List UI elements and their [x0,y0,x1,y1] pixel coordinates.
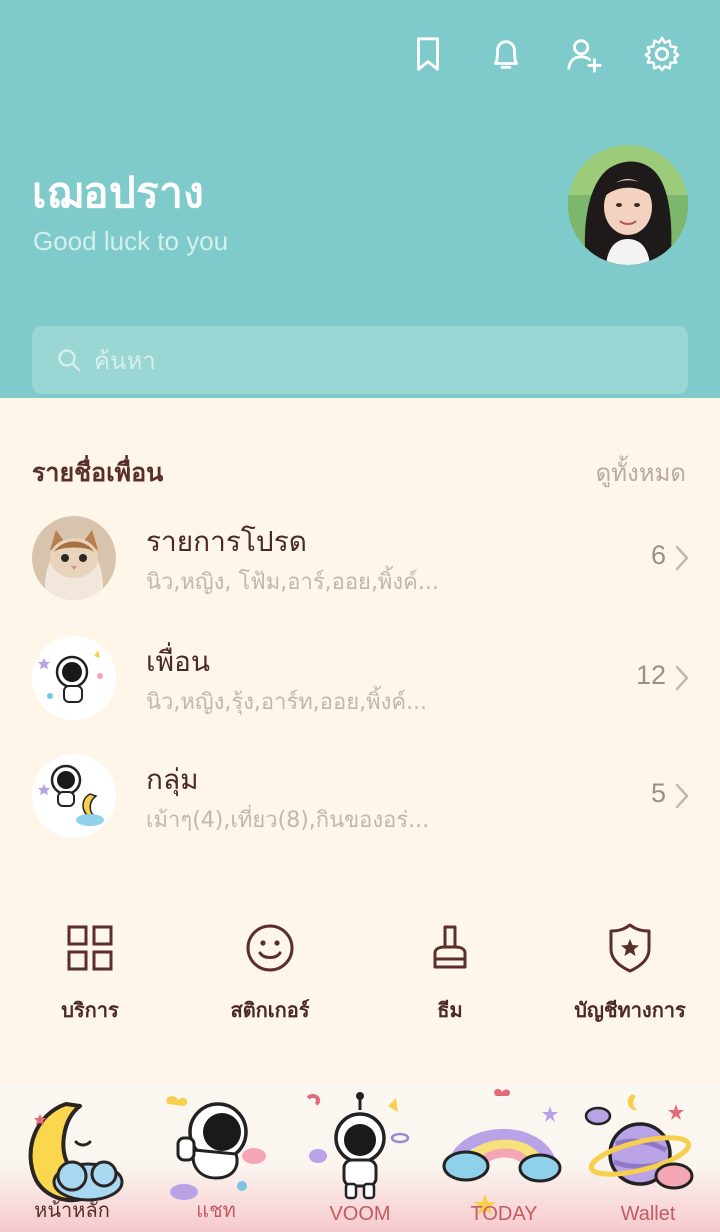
header-toolbar [408,34,682,74]
profile-status-message[interactable]: Good luck to you [33,226,228,257]
list-item-title: กลุ่ม [146,763,199,796]
nav-voom[interactable]: VOOM [288,1084,432,1232]
themes-button[interactable]: ธีม [360,920,540,1040]
add-friend-icon[interactable] [564,34,604,74]
official-accounts-label: บัญชีทางการ [574,998,686,1022]
search-input[interactable]: ค้นหา [32,326,688,394]
stickers-button[interactable]: สติกเกอร์ [180,920,360,1040]
list-item-count: 12 [635,660,666,690]
nav-today[interactable]: TODAY [432,1084,576,1232]
grid-icon [62,920,118,976]
chevron-right-icon [675,783,689,809]
avatar[interactable] [568,145,688,265]
list-item-subtitle: นิว,หญิง, โฟ้ม,อาร์,ออย,พิ้งค์... [146,570,439,595]
bell-icon[interactable] [486,34,526,74]
favorites-thumbnail [32,516,116,600]
friends-thumbnail [32,636,116,720]
shortcut-actions: บริการ สติกเกอร์ ธีม บัญชีทางการ [0,920,720,1040]
list-item-count: 6 [650,540,666,570]
nav-label: แชท [196,1200,236,1222]
services-label: บริการ [61,998,119,1022]
search-icon [58,349,81,372]
chevron-right-icon [675,545,689,571]
list-item-groups[interactable]: กลุ่ม เม้าๆ(4),เที่ยว(8),กินของอร่... 5 [0,754,720,854]
list-item-title: เพื่อน [146,645,210,678]
bookmark-icon[interactable] [408,34,448,74]
list-item-friends[interactable]: เพื่อน นิว,หญิง,รุ้ง,อาร์ท,ออย,พิ้งค์...… [0,636,720,736]
shield-star-icon [602,920,658,976]
list-item-subtitle: เม้าๆ(4),เที่ยว(8),กินของอร่... [146,808,430,833]
see-all-link[interactable]: ดูทั้งหมด [596,453,686,492]
nav-label: VOOM [329,1203,391,1225]
nav-wallet[interactable]: Wallet [576,1084,720,1232]
stickers-label: สติกเกอร์ [230,998,310,1022]
list-item-favorites[interactable]: รายการโปรด นิว,หญิง, โฟ้ม,อาร์,ออย,พิ้งค… [0,516,720,616]
services-button[interactable]: บริการ [0,920,180,1040]
list-item-title: รายการโปรด [146,525,307,558]
gear-icon[interactable] [642,34,682,74]
search-placeholder: ค้นหา [94,346,156,375]
nav-label: TODAY [470,1203,538,1225]
list-item-count: 5 [650,778,666,808]
list-item-subtitle: นิว,หญิง,รุ้ง,อาร์ท,ออย,พิ้งค์... [146,690,428,715]
friends-section-title: รายชื่อเพื่อน [32,458,164,487]
brush-icon [422,920,478,976]
official-accounts-button[interactable]: บัญชีทางการ [540,920,720,1040]
groups-thumbnail [32,754,116,838]
chevron-right-icon [675,665,689,691]
nav-home[interactable]: หน้าหลัก [0,1084,144,1232]
themes-label: ธีม [437,998,463,1022]
nav-chats[interactable]: แชท [144,1084,288,1232]
profile-header: เฌอปราง Good luck to you ค้นหา [0,0,720,398]
profile-name[interactable]: เฌอปราง [32,160,204,226]
bottom-navigation: หน้าหลัก แชท VOOM TODAY Wallet [0,1084,720,1232]
nav-label: หน้าหลัก [34,1200,110,1222]
smiley-icon [242,920,298,976]
nav-label: Wallet [620,1203,676,1225]
